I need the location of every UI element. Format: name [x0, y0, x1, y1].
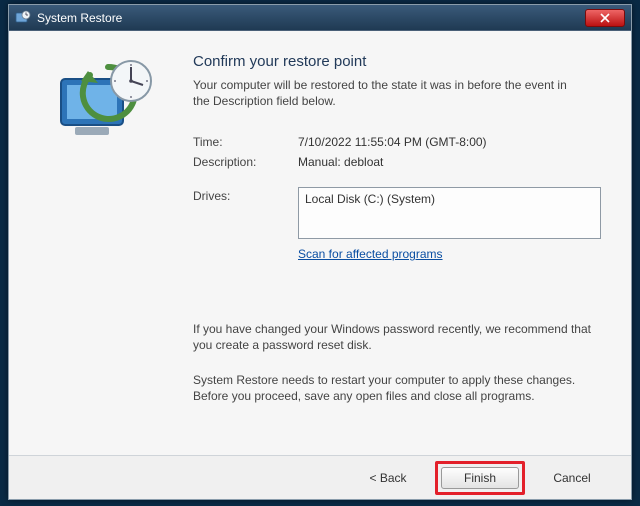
password-note: If you have changed your Windows passwor… — [193, 321, 593, 353]
description-value: Manual: debloat — [298, 155, 603, 169]
close-button[interactable] — [585, 9, 625, 27]
finish-button[interactable]: Finish — [441, 467, 519, 489]
drives-item[interactable]: Local Disk (C:) (System) — [305, 192, 594, 206]
titlebar[interactable]: System Restore — [9, 5, 631, 31]
window-title: System Restore — [37, 11, 585, 25]
drives-listbox[interactable]: Local Disk (C:) (System) — [298, 187, 601, 239]
client-area: Confirm your restore point Your computer… — [9, 31, 631, 499]
content-area: Confirm your restore point Your computer… — [193, 53, 603, 445]
cancel-button[interactable]: Cancel — [533, 467, 611, 489]
time-label: Time: — [193, 135, 298, 149]
wizard-footer: < Back Finish Cancel — [9, 455, 631, 499]
page-heading: Confirm your restore point — [193, 53, 603, 70]
system-restore-icon — [15, 10, 31, 26]
time-value: 7/10/2022 11:55:04 PM (GMT-8:00) — [298, 135, 603, 149]
drives-label: Drives: — [193, 187, 298, 239]
scan-affected-link[interactable]: Scan for affected programs — [298, 247, 443, 261]
back-button[interactable]: < Back — [349, 467, 427, 489]
wizard-art — [23, 53, 193, 445]
system-restore-window: System Restore — [8, 4, 632, 500]
page-subtext: Your computer will be restored to the st… — [193, 78, 573, 109]
finish-highlight: Finish — [435, 461, 525, 495]
restart-note: System Restore needs to restart your com… — [193, 372, 593, 404]
description-label: Description: — [193, 155, 298, 169]
